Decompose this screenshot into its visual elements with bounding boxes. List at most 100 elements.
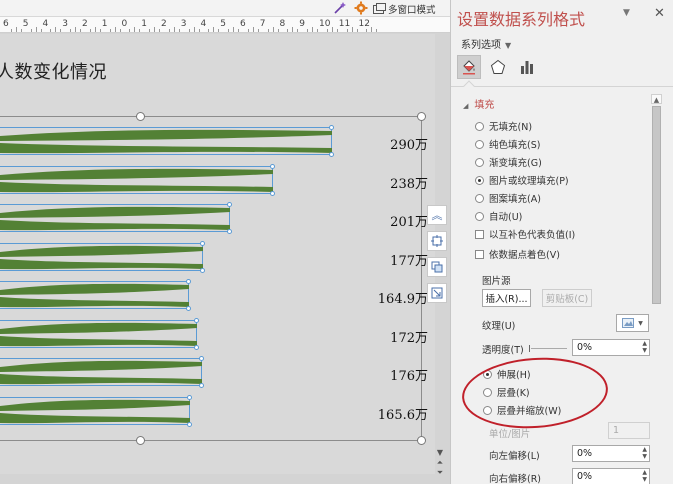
bar-row[interactable]: [0, 279, 191, 311]
data-label[interactable]: 177万: [390, 250, 428, 269]
ruler-tick: [326, 29, 328, 32]
target-icon[interactable]: [427, 231, 447, 251]
radio-button[interactable]: [475, 157, 484, 167]
bar-row[interactable]: [0, 125, 334, 157]
multi-window-button[interactable]: 多窗口模式: [373, 2, 436, 16]
bar[interactable]: [0, 240, 205, 273]
bar-leaf-upper: [0, 360, 202, 372]
radio-button[interactable]: [475, 121, 484, 131]
slide-canvas: 人数变化情况 290万 238万 201万 177万 164.9万 172万 176万 165…: [0, 34, 435, 474]
settings-gear-icon[interactable]: [354, 1, 368, 15]
pentagon-icon[interactable]: [486, 55, 510, 79]
bar-handle-bottom[interactable]: [187, 421, 192, 427]
data-label[interactable]: 176万: [390, 365, 428, 384]
bar-handle-bottom[interactable]: [227, 229, 232, 234]
bar[interactable]: [0, 317, 199, 350]
texture-picker[interactable]: ▼: [616, 314, 649, 332]
fill-option-radio[interactable]: 图片或纹理填充(P): [475, 173, 569, 187]
scroll-down-icon[interactable]: ▼: [435, 448, 445, 458]
bar-handle-top[interactable]: [329, 125, 334, 130]
bar-handle-bottom[interactable]: [194, 344, 199, 350]
bar-row[interactable]: [0, 317, 199, 350]
radio-button[interactable]: [475, 211, 484, 221]
bar[interactable]: [0, 279, 191, 311]
resize-handle-bottom-right[interactable]: [417, 436, 426, 445]
radio-button[interactable]: [475, 193, 484, 203]
scroll-up-icon[interactable]: ▲: [651, 94, 662, 104]
resize-handle-bottom[interactable]: [136, 436, 145, 445]
scrollbar-thumb[interactable]: [652, 106, 661, 304]
radio-button[interactable]: [475, 139, 484, 149]
transparency-slider-track[interactable]: [531, 348, 567, 349]
bar-handle-bottom[interactable]: [199, 383, 204, 388]
layers-icon[interactable]: [427, 257, 447, 277]
data-label[interactable]: 201万: [390, 211, 428, 230]
bar-handle-top[interactable]: [194, 317, 199, 323]
transparency-slider-thumb[interactable]: [529, 345, 530, 352]
bar-handle-bottom[interactable]: [270, 190, 275, 196]
transparency-spinner[interactable]: 0% ▲ ▼: [572, 339, 650, 356]
bar-handle-top[interactable]: [187, 394, 192, 400]
fill-option-radio[interactable]: 无填充(N): [475, 119, 532, 133]
ruler-number: 3: [180, 19, 187, 29]
bar[interactable]: [0, 125, 334, 157]
bar-handle-bottom[interactable]: [186, 306, 191, 311]
bar-row[interactable]: [0, 240, 205, 273]
checkbox-box[interactable]: [475, 249, 484, 259]
resize-handle-top[interactable]: [136, 112, 145, 121]
bar-handle-top[interactable]: [270, 163, 275, 169]
data-label[interactable]: 290万: [390, 134, 428, 153]
bar[interactable]: [0, 356, 204, 388]
checkbox-box[interactable]: [475, 229, 484, 239]
data-label[interactable]: 165.6万: [378, 404, 428, 423]
spinner-arrows-icon[interactable]: ▲ ▼: [642, 340, 647, 354]
bar-handle-top[interactable]: [199, 356, 204, 361]
resize-handle-top-right[interactable]: [417, 112, 426, 121]
vary-colors-checkbox[interactable]: 依数据点着色(V): [475, 247, 560, 261]
bar-handle-top[interactable]: [227, 202, 232, 207]
spinner-arrows-icon[interactable]: ▲ ▼: [642, 469, 647, 483]
bar[interactable]: [0, 202, 232, 234]
slide-title[interactable]: 人数变化情况: [0, 58, 107, 84]
paint-bucket-icon[interactable]: [457, 55, 481, 79]
bar-row[interactable]: [0, 202, 232, 234]
bar-row[interactable]: [0, 356, 204, 388]
fill-option-radio[interactable]: 图案填充(A): [475, 191, 541, 205]
transparency-label: 透明度(T): [482, 345, 524, 356]
fill-option-radio[interactable]: 纯色填充(S): [475, 137, 540, 151]
ruler-number: 0: [121, 19, 128, 29]
bar-chart-icon[interactable]: [515, 55, 539, 79]
offset-left-spinner[interactable]: 0% ▲ ▼: [572, 445, 650, 462]
page-down-icon[interactable]: ⏷: [435, 468, 445, 478]
invert-if-negative-checkbox[interactable]: 以互补色代表负值(I): [475, 227, 575, 241]
collapse-up-icon[interactable]: ︽: [427, 205, 447, 225]
fill-option-radio[interactable]: 渐变填充(G): [475, 155, 542, 169]
radio-button[interactable]: [475, 175, 484, 185]
data-label[interactable]: 238万: [390, 173, 428, 192]
ruler-tick: [208, 29, 210, 32]
bar[interactable]: [0, 394, 192, 427]
fill-section-header[interactable]: ◢ 填充: [463, 96, 494, 111]
resize-icon[interactable]: [427, 283, 447, 303]
bar-handle-bottom[interactable]: [200, 267, 205, 273]
magic-wand-icon[interactable]: [333, 1, 347, 15]
clipboard-button[interactable]: 剪贴板(C): [542, 289, 592, 307]
data-label[interactable]: 164.9万: [378, 288, 428, 307]
page-up-icon[interactable]: ⏶: [435, 458, 445, 468]
offset-right-spinner[interactable]: 0% ▲ ▼: [572, 468, 650, 484]
insert-picture-button[interactable]: 插入(R)...: [482, 289, 531, 307]
bar[interactable]: [0, 163, 275, 196]
ruler-number: 2: [82, 19, 88, 29]
fill-option-radio[interactable]: 自动(U): [475, 209, 522, 223]
pane-menu-chevron-icon[interactable]: ▼: [623, 8, 630, 18]
bar-handle-top[interactable]: [186, 279, 191, 284]
series-options-dropdown[interactable]: 系列选项 ▼: [461, 36, 511, 51]
spinner-arrows-icon[interactable]: ▲ ▼: [642, 446, 647, 460]
bar-handle-top[interactable]: [200, 240, 205, 246]
data-label[interactable]: 172万: [390, 327, 428, 346]
bar-row[interactable]: [0, 163, 275, 196]
bar-row[interactable]: [0, 394, 192, 427]
pane-scrollbar[interactable]: ▲: [651, 94, 664, 484]
close-icon[interactable]: ✕: [654, 6, 665, 21]
bar-handle-bottom[interactable]: [329, 152, 334, 157]
